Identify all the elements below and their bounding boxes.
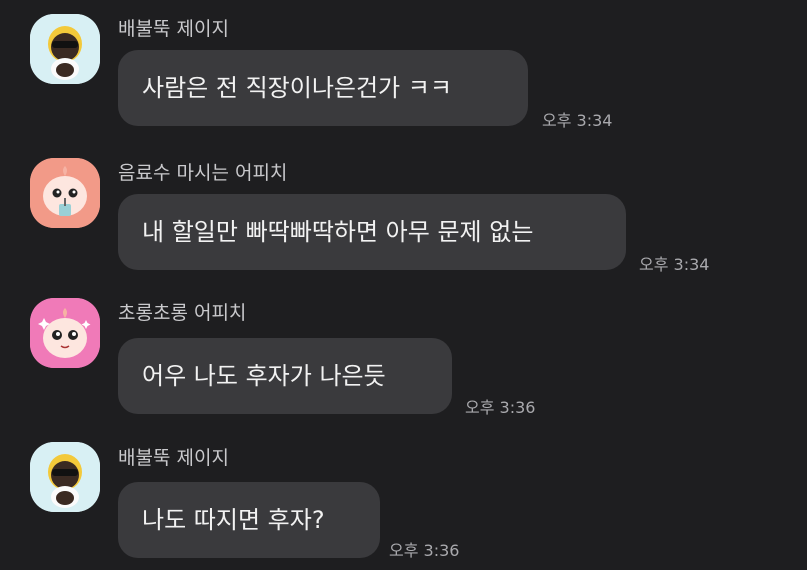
sender-name: 배불뚝 제이지 <box>118 18 229 40</box>
avatar[interactable] <box>30 442 100 512</box>
message-time: 오후 3:36 <box>465 398 536 417</box>
message-time: 오후 3:34 <box>639 255 710 274</box>
message-bubble[interactable]: 사람은 전 직장이나은건가 ㅋㅋ <box>118 50 528 126</box>
avatar[interactable] <box>30 14 100 84</box>
apeach-drinking-icon <box>30 158 100 228</box>
sender-name: 초롱초롱 어피치 <box>118 302 247 324</box>
sender-name: 음료수 마시는 어피치 <box>118 162 288 184</box>
chat-room: 배불뚝 제이지 사람은 전 직장이나은건가 ㅋㅋ 오후 3:34 음료수 마시는… <box>0 0 807 570</box>
message-bubble[interactable]: 나도 따지면 후자? <box>118 482 380 558</box>
avatar[interactable] <box>30 158 100 228</box>
message-bubble[interactable]: 어우 나도 후자가 나은듯 <box>118 338 452 414</box>
sender-name: 배불뚝 제이지 <box>118 447 229 469</box>
avatar[interactable] <box>30 298 100 368</box>
jay-g-character-icon <box>30 442 100 512</box>
message-time: 오후 3:36 <box>389 541 460 560</box>
apeach-sparkle-icon <box>30 298 100 368</box>
jay-g-character-icon <box>30 14 100 84</box>
message-bubble[interactable]: 내 할일만 빠딱빠딱하면 아무 문제 없는 <box>118 194 626 270</box>
message-time: 오후 3:34 <box>542 111 613 130</box>
